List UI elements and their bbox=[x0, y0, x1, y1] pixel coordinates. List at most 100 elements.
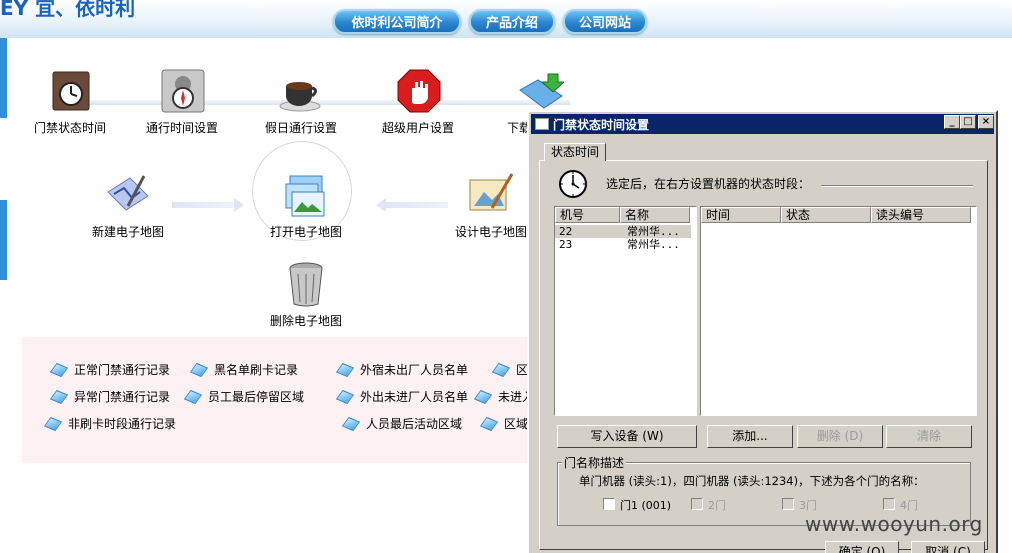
door4-label: 4门 bbox=[900, 499, 918, 512]
company-intro-button[interactable]: 依时利公司简介 bbox=[333, 9, 461, 34]
link-label: 异常门禁通行记录 bbox=[74, 390, 171, 404]
table-row[interactable]: 23 常州华... bbox=[555, 238, 691, 251]
col-machine-name[interactable]: 名称 bbox=[620, 207, 690, 223]
toolbar-label-holiday: 假日通行设置 bbox=[265, 121, 338, 135]
machine-list[interactable]: 机号 名称 22 常州华... 23 常州华... bbox=[554, 206, 697, 416]
record-icon bbox=[341, 416, 361, 431]
compass-icon bbox=[161, 69, 205, 113]
arrow-left bbox=[386, 202, 448, 208]
new-map-icon bbox=[107, 175, 149, 211]
door1-label: 门1 (001) bbox=[620, 499, 672, 512]
delete-map-label: 删除电子地图 bbox=[270, 314, 343, 328]
record-icon bbox=[479, 416, 499, 431]
design-map-label: 设计电子地图 bbox=[455, 225, 528, 239]
machine-name: 常州华... bbox=[627, 225, 680, 238]
toolbar-item-download[interactable] bbox=[518, 72, 566, 110]
close-button[interactable]: × bbox=[978, 115, 994, 129]
door1-checkbox[interactable] bbox=[603, 498, 615, 510]
record-icon bbox=[473, 389, 493, 404]
watermark: www.wooyun.org bbox=[805, 512, 983, 536]
toolbar-label-pass-time: 通行时间设置 bbox=[146, 121, 219, 135]
coffee-cup-icon bbox=[279, 82, 321, 112]
link-label: 非刷卡时段通行记录 bbox=[68, 417, 177, 431]
col-machine-id[interactable]: 机号 bbox=[555, 207, 620, 223]
col-time[interactable]: 时间 bbox=[701, 207, 781, 223]
instruction-text: 选定后，在右方设置机器的状态时段： bbox=[606, 177, 811, 191]
clock-icon bbox=[559, 170, 587, 198]
status-time-list[interactable]: 时间 状态 读头编号 bbox=[700, 206, 977, 416]
maximize-button[interactable]: □ bbox=[960, 115, 976, 129]
write-device-button[interactable]: 写入设备 (W) bbox=[557, 425, 697, 448]
record-icon bbox=[49, 362, 69, 377]
col-status[interactable]: 状态 bbox=[781, 207, 871, 223]
delete-map-button[interactable] bbox=[286, 260, 326, 308]
link-last-activity-area[interactable]: 人员最后活动区域 bbox=[341, 415, 463, 432]
link-employee-last-area[interactable]: 员工最后停留区域 bbox=[183, 388, 305, 405]
link-label: 员工最后停留区域 bbox=[208, 390, 305, 404]
toolbar-label-superuser: 超级用户设置 bbox=[382, 121, 455, 135]
delete-button[interactable]: 删除 (D) bbox=[797, 425, 883, 448]
door3-checkbox[interactable] bbox=[782, 498, 794, 510]
add-button[interactable]: 添加... bbox=[707, 425, 793, 448]
link-not-entered-partial[interactable]: 未进入 bbox=[473, 388, 534, 405]
door-name-group-title: 门名称描述 bbox=[562, 454, 627, 471]
record-icon bbox=[43, 416, 63, 431]
dialog-titlebar[interactable]: 门禁状态时间设置 bbox=[531, 114, 994, 134]
link-blacklist-records[interactable]: 黑名单刷卡记录 bbox=[189, 361, 298, 378]
company-website-button[interactable]: 公司网站 bbox=[563, 9, 647, 34]
cancel-button[interactable]: 取消 (C) bbox=[911, 541, 985, 553]
trash-can-icon bbox=[289, 262, 323, 307]
link-label: 外出未进厂人员名单 bbox=[360, 390, 469, 404]
col-reader-id[interactable]: 读头编号 bbox=[871, 207, 971, 223]
clear-button[interactable]: 清除 bbox=[886, 425, 972, 448]
machine-name: 常州华... bbox=[627, 238, 680, 251]
door2-checkbox[interactable] bbox=[691, 498, 703, 510]
link-nonswipe-records[interactable]: 非刷卡时段通行记录 bbox=[43, 415, 177, 432]
link-area-partial[interactable]: 区 bbox=[491, 361, 528, 378]
link-stayout-list[interactable]: 外宿未出厂人员名单 bbox=[335, 361, 469, 378]
door-status-time-dialog: 门禁状态时间设置 _ □ × 状态时间 选定后，在右方设置机器的状态时段： 机号… bbox=[527, 110, 998, 553]
link-out-not-returned-list[interactable]: 外出未进厂人员名单 bbox=[335, 388, 469, 405]
link-normal-records[interactable]: 正常门禁通行记录 bbox=[49, 361, 171, 378]
instruction-separator bbox=[821, 185, 973, 187]
download-icon bbox=[519, 73, 566, 109]
toolbar-label-door-status: 门禁状态时间 bbox=[34, 121, 107, 135]
arrow-left-head bbox=[376, 198, 386, 212]
record-icon bbox=[335, 389, 355, 404]
ok-button[interactable]: 确定 (O) bbox=[825, 541, 899, 553]
window-icon bbox=[535, 118, 549, 130]
stop-hand-icon bbox=[397, 69, 441, 113]
toolbar-item-superuser[interactable] bbox=[396, 68, 442, 114]
door4-checkbox[interactable] bbox=[883, 498, 895, 510]
new-map-label: 新建电子地图 bbox=[92, 225, 165, 239]
link-label: 区域 bbox=[504, 417, 529, 431]
product-intro-button[interactable]: 产品介绍 bbox=[469, 9, 555, 34]
arrow-right-head bbox=[234, 198, 244, 212]
brand-title: ЁΥ 宜、依时利 bbox=[0, 0, 136, 20]
link-label: 外宿未出厂人员名单 bbox=[360, 363, 469, 377]
dialog-title: 门禁状态时间设置 bbox=[553, 117, 650, 132]
minimize-button[interactable]: _ bbox=[944, 115, 960, 129]
left-decoration bbox=[0, 38, 7, 118]
open-map-button[interactable] bbox=[282, 174, 328, 218]
door2-label: 2门 bbox=[708, 499, 726, 512]
toolbar-item-pass-time[interactable] bbox=[160, 68, 206, 114]
design-map-icon bbox=[469, 173, 514, 211]
new-map-button[interactable] bbox=[104, 172, 152, 216]
left-decoration bbox=[0, 200, 7, 280]
link-abnormal-records[interactable]: 异常门禁通行记录 bbox=[49, 388, 171, 405]
link-label: 正常门禁通行记录 bbox=[74, 363, 171, 377]
machine-id: 23 bbox=[559, 238, 573, 251]
link-area-partial-2[interactable]: 区域 bbox=[479, 415, 529, 432]
record-icon bbox=[189, 362, 209, 377]
tab-status-time[interactable]: 状态时间 bbox=[544, 143, 606, 161]
door3-label: 3门 bbox=[799, 499, 817, 512]
design-map-button[interactable] bbox=[466, 172, 516, 218]
toolbar-item-door-status[interactable] bbox=[50, 70, 92, 112]
link-label: 人员最后活动区域 bbox=[366, 417, 463, 431]
clock-icon bbox=[52, 71, 90, 111]
top-header: ЁΥ 宜、依时利 依时利公司简介 产品介绍 公司网站 bbox=[0, 0, 1012, 38]
toolbar-item-holiday[interactable] bbox=[278, 72, 322, 112]
table-row[interactable]: 22 常州华... bbox=[555, 225, 691, 238]
arrow-right bbox=[172, 202, 234, 208]
